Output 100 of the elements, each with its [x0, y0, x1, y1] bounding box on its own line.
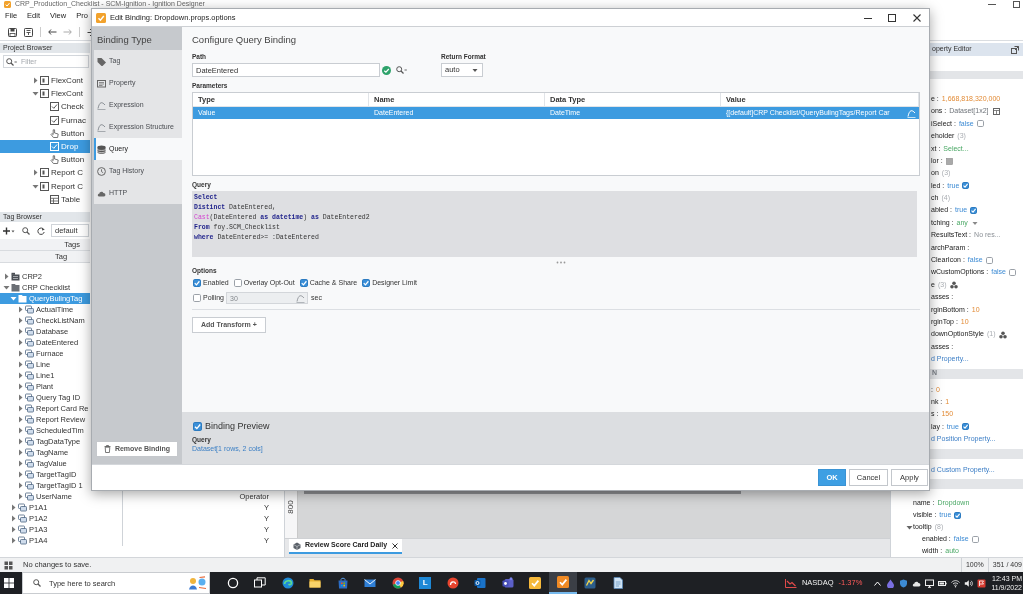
- tree-item[interactable]: FlexCont: [0, 74, 90, 88]
- shield-icon[interactable]: [899, 578, 909, 588]
- checkbox[interactable]: [954, 511, 962, 519]
- color-swatch-icon[interactable]: [945, 157, 953, 165]
- caret-down-icon[interactable]: [971, 220, 978, 226]
- add-menu-icon[interactable]: [3, 226, 15, 235]
- checkbox[interactable]: [985, 256, 993, 264]
- check-tile-icon: [96, 12, 106, 23]
- caret-right-icon[interactable]: [17, 459, 24, 467]
- checkbox[interactable]: [193, 279, 201, 287]
- caret-right-icon[interactable]: [17, 360, 24, 368]
- save-icon[interactable]: [8, 27, 17, 37]
- tag-icon: [18, 535, 27, 545]
- tree-item[interactable]: Button: [0, 153, 90, 167]
- tree-item[interactable]: Check: [0, 100, 90, 114]
- caret-right-icon[interactable]: [17, 382, 24, 390]
- caret-right-icon[interactable]: [17, 492, 24, 500]
- close-icon[interactable]: [913, 13, 921, 22]
- checkbox[interactable]: [362, 279, 371, 287]
- tree-item[interactable]: Report C: [0, 166, 90, 180]
- flag-badge-icon[interactable]: [977, 578, 987, 588]
- wifi-icon[interactable]: [951, 578, 961, 588]
- caret-right-icon[interactable]: [17, 305, 24, 313]
- checkbox[interactable]: [193, 422, 202, 431]
- caret-right-icon[interactable]: [17, 327, 24, 335]
- tag-icon: [25, 491, 34, 501]
- tag-icon: [25, 337, 34, 347]
- checkbox[interactable]: [233, 279, 242, 287]
- tag-icon: [25, 480, 34, 490]
- taskbar-button[interactable]: L: [411, 572, 439, 594]
- search-icon[interactable]: [396, 66, 407, 74]
- taskbar-button[interactable]: [549, 572, 577, 594]
- drop-icon[interactable]: [886, 578, 896, 588]
- caret-right-icon[interactable]: [17, 481, 24, 489]
- caret-right-icon[interactable]: [10, 536, 17, 544]
- tree-item[interactable]: Button: [0, 126, 90, 140]
- maximize-icon[interactable]: [1013, 0, 1020, 8]
- maximize-icon[interactable]: [888, 13, 896, 22]
- checkbox[interactable]: [961, 423, 969, 431]
- tag-icon: [25, 304, 34, 314]
- battery-icon[interactable]: [938, 578, 948, 588]
- caret-right-icon[interactable]: [17, 437, 24, 445]
- dots-cluster-icon[interactable]: [999, 330, 1008, 339]
- caret-right-icon[interactable]: [32, 169, 39, 177]
- tag-icon: [25, 348, 34, 358]
- popout-icon[interactable]: [1011, 45, 1019, 54]
- checkbox[interactable]: [970, 207, 978, 215]
- caret-down-icon[interactable]: [3, 283, 10, 291]
- speaker-icon[interactable]: [964, 578, 974, 588]
- check-tile-icon: [529, 577, 542, 589]
- tag-icon: [25, 447, 34, 457]
- chevron-up-icon[interactable]: [874, 580, 882, 586]
- caret-right-icon[interactable]: [17, 404, 24, 412]
- minimize-icon[interactable]: [988, 2, 996, 6]
- checkbox[interactable]: [1009, 269, 1016, 277]
- caret-right-icon[interactable]: [17, 316, 24, 324]
- caret-right-icon[interactable]: [32, 77, 39, 85]
- caret-right-icon[interactable]: [17, 349, 24, 357]
- chart-tile-icon: [584, 577, 597, 589]
- caret-right-icon[interactable]: [3, 272, 10, 280]
- caret-right-icon[interactable]: [17, 415, 24, 423]
- caret-right-icon[interactable]: [10, 514, 17, 522]
- checkbox[interactable]: [962, 182, 970, 190]
- refresh-icon[interactable]: [37, 226, 45, 235]
- tag-icon: [25, 359, 34, 369]
- container-icon: [40, 168, 49, 178]
- save-all-icon[interactable]: [24, 27, 33, 37]
- caret-right-icon[interactable]: [17, 426, 24, 434]
- caret-right-icon[interactable]: [10, 525, 17, 533]
- caret-right-icon[interactable]: [17, 448, 24, 456]
- close-icon[interactable]: [392, 542, 399, 549]
- caret-right-icon[interactable]: [17, 371, 24, 379]
- checkbox[interactable]: [299, 279, 308, 287]
- tag-icon: [18, 524, 27, 534]
- tag-icon: [25, 436, 34, 446]
- tree-item[interactable]: Table: [0, 192, 90, 206]
- tree-item[interactable]: FlexCont: [0, 87, 90, 101]
- caret-down-icon[interactable]: [32, 90, 39, 98]
- checkbox-label: Binding Preview: [205, 421, 270, 432]
- monitor-icon[interactable]: [925, 578, 935, 588]
- windows-icon[interactable]: [4, 578, 14, 588]
- function-icon: [97, 122, 106, 132]
- undo-icon[interactable]: [48, 28, 57, 36]
- caret-right-icon[interactable]: [10, 503, 17, 511]
- tree-item[interactable]: Furnac: [0, 113, 90, 127]
- dots-cluster-icon[interactable]: [950, 281, 959, 290]
- checkbox[interactable]: [971, 535, 979, 543]
- caret-right-icon[interactable]: [17, 338, 24, 346]
- caret-right-icon[interactable]: [17, 393, 24, 401]
- grip-icon[interactable]: [555, 261, 566, 264]
- caret-down-icon[interactable]: [906, 523, 913, 531]
- checkbox[interactable]: [193, 294, 201, 302]
- table-icon[interactable]: [992, 108, 1000, 116]
- tree-item[interactable]: Report C: [0, 179, 90, 193]
- pointer-hand-icon: [50, 155, 59, 165]
- caret-down-icon[interactable]: [10, 294, 17, 302]
- caret-right-icon[interactable]: [17, 470, 24, 478]
- search-icon[interactable]: [22, 226, 30, 235]
- caret-down-icon[interactable]: [32, 182, 39, 190]
- checkbox[interactable]: [976, 120, 984, 128]
